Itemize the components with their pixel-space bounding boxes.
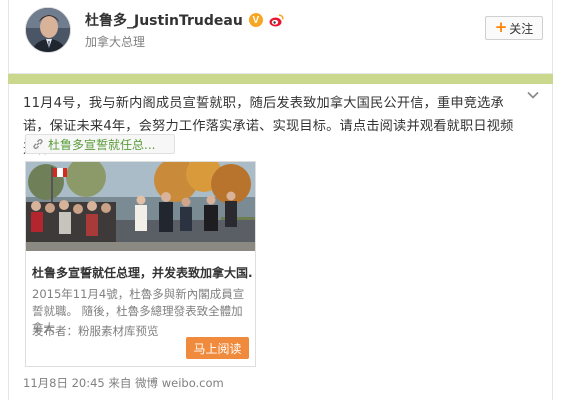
read-now-button[interactable]: 马上阅读 <box>186 337 249 359</box>
post-meta: 11月8日 20:45 来自 微博 weibo.com <box>23 375 224 391</box>
name-row: 杜鲁多_JustinTrudeau V <box>85 10 284 30</box>
plus-icon: + <box>494 18 508 36</box>
article-cover-image <box>26 162 255 251</box>
weibo-post: 11月4号，我与新内阁成员宣誓就职，随后发表致加拿大国民公开信，重申竞选承诺，保… <box>8 84 553 400</box>
link-icon <box>33 138 43 150</box>
follow-button[interactable]: + 关注 <box>485 16 543 40</box>
header-bottom-edge <box>8 62 553 74</box>
link-tag-label: 杜鲁多宣誓就任总... <box>48 137 156 152</box>
article-publisher: 发布者：粉服素材库预览 <box>32 324 159 338</box>
avatar[interactable] <box>25 7 71 53</box>
article-title[interactable]: 杜鲁多宣誓就任总理，并发表致加拿大国... <box>32 264 252 281</box>
post-date[interactable]: 11月8日 20:45 <box>23 376 105 390</box>
user-title: 加拿大总理 <box>85 35 146 49</box>
user-name[interactable]: 杜鲁多_JustinTrudeau <box>85 10 243 30</box>
source-prefix: 来自 <box>108 376 132 390</box>
article-link-tag[interactable]: 杜鲁多宣誓就任总... <box>25 134 175 154</box>
section-divider <box>8 62 553 84</box>
article-card[interactable]: 杜鲁多宣誓就任总理，并发表致加拿大国... 2015年11月4號，杜魯多與新內閣… <box>25 161 256 367</box>
weibo-badge-icon <box>269 13 284 27</box>
follow-label: 关注 <box>509 21 534 36</box>
chevron-down-icon[interactable] <box>526 88 540 102</box>
verified-icon: V <box>248 13 263 27</box>
profile-header: 杜鲁多_JustinTrudeau V 加拿大总理 + 关注 <box>8 0 553 62</box>
post-source[interactable]: 微博 weibo.com <box>135 376 224 390</box>
user-avatar-image <box>26 8 70 52</box>
